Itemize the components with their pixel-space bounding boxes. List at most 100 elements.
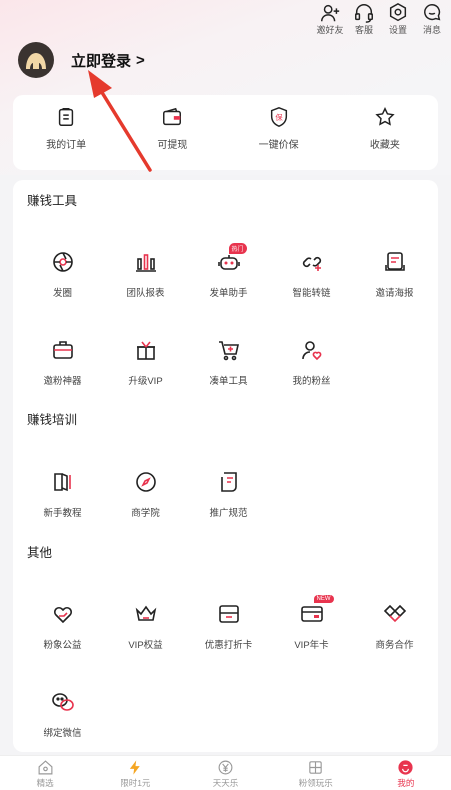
price-protect-button[interactable]: 保 一键价保 xyxy=(226,95,332,170)
training-business-school[interactable]: 商学院 xyxy=(103,470,188,519)
invite-friend-button[interactable]: 邀好友 xyxy=(315,2,345,36)
chevron-right-icon: > xyxy=(136,51,145,69)
lightning-icon xyxy=(129,760,140,775)
favorites-button[interactable]: 收藏夹 xyxy=(332,95,438,170)
link-icon xyxy=(302,256,321,271)
tab-label: 我的 xyxy=(397,778,415,788)
tab-daily-fun[interactable]: 天天乐 xyxy=(180,756,270,790)
compass-icon xyxy=(135,472,156,492)
new-badge: NEW xyxy=(313,595,334,603)
favorites-label: 收藏夹 xyxy=(369,140,400,151)
tool-label: 团队报表 xyxy=(126,288,165,299)
training-label: 商学院 xyxy=(131,508,160,519)
tab-label: 天天乐 xyxy=(212,778,239,788)
crown-icon xyxy=(135,605,156,621)
tool-share-moments[interactable]: 发圈 xyxy=(20,250,105,299)
other-label: 商务合作 xyxy=(375,640,414,651)
invite-friend-label: 邀好友 xyxy=(316,25,344,35)
wallet-icon xyxy=(163,107,182,126)
wechat-icon xyxy=(51,693,74,711)
avatar[interactable] xyxy=(18,42,54,78)
message-icon xyxy=(424,4,441,21)
star-icon xyxy=(375,107,395,126)
coupon-icon xyxy=(218,605,239,623)
tool-upgrade-vip[interactable]: 升级VIP xyxy=(103,338,188,387)
tool-label: 凑单工具 xyxy=(209,376,248,387)
gear-icon xyxy=(389,2,407,22)
fans-icon xyxy=(301,341,321,361)
card-icon xyxy=(300,606,323,622)
add-user-icon xyxy=(321,4,340,22)
other-vip-benefits[interactable]: VIP权益 xyxy=(103,602,188,651)
other-charity[interactable]: 粉象公益 xyxy=(20,602,105,651)
features-card: 赚钱工具 发圈 团队报表 热门 发单助手 智能转链 邀请海报 邀粉神器 升级VI… xyxy=(13,180,438,752)
login-text: 立即登录 xyxy=(71,52,132,70)
my-orders-button[interactable]: 我的订单 xyxy=(13,95,119,170)
withdrawable-label: 可提现 xyxy=(157,140,188,151)
handshake-icon xyxy=(383,604,406,623)
profile-row: 立即登录 > xyxy=(18,42,145,78)
tool-order-assistant[interactable]: 热门 发单助手 xyxy=(186,243,271,299)
tool-bundle[interactable]: 凑单工具 xyxy=(186,338,271,387)
price-protect-label: 一键价保 xyxy=(258,140,299,151)
other-business-coop[interactable]: 商务合作 xyxy=(352,602,437,651)
section-title-tools: 赚钱工具 xyxy=(27,194,78,208)
tab-label: 粉领玩乐 xyxy=(298,778,333,788)
home-icon xyxy=(38,760,53,775)
settings-button[interactable]: 设置 xyxy=(383,2,413,36)
tab-mine[interactable]: 我的 xyxy=(361,756,451,790)
login-link[interactable]: 立即登录 > xyxy=(71,50,145,71)
other-label: VIP权益 xyxy=(128,640,163,651)
tab-label: 精选 xyxy=(36,778,54,788)
elephant-logo-icon xyxy=(26,53,46,69)
my-orders-label: 我的订单 xyxy=(46,140,87,151)
header-actions: 邀好友 客服 设置 消息 xyxy=(315,2,447,36)
messages-label: 消息 xyxy=(422,25,441,35)
training-label: 新手教程 xyxy=(43,508,82,519)
tool-label: 邀粉神器 xyxy=(43,376,82,387)
other-label: 绑定微信 xyxy=(43,728,82,739)
tool-my-fans[interactable]: 我的粉丝 xyxy=(269,338,354,387)
section-title-other: 其他 xyxy=(27,546,53,560)
other-label: 优惠打折卡 xyxy=(204,640,253,651)
bottom-tabbar: 精选 限时1元 天天乐 粉领玩乐 我的 xyxy=(0,755,451,790)
settings-label: 设置 xyxy=(388,25,407,35)
other-vip-annual-card[interactable]: NEW VIP年卡 xyxy=(269,595,354,651)
tool-smart-link[interactable]: 智能转链 xyxy=(269,250,354,299)
order-icon xyxy=(58,108,74,126)
tool-label: 邀请海报 xyxy=(375,288,414,299)
grid-icon xyxy=(309,761,322,774)
tool-invite-poster[interactable]: 邀请海报 xyxy=(352,250,437,299)
yuan-icon xyxy=(218,760,233,775)
withdrawable-button[interactable]: 可提现 xyxy=(119,95,225,170)
tool-label: 智能转链 xyxy=(292,288,331,299)
quick-actions-card: 我的订单 可提现 保 一键价保 收藏夹 xyxy=(13,95,438,170)
tab-flash-sale[interactable]: 限时1元 xyxy=(90,756,180,790)
heart-hand-icon xyxy=(53,606,72,624)
tool-label: 升级VIP xyxy=(128,376,163,387)
svg-text:保: 保 xyxy=(275,113,283,122)
tab-fans-play[interactable]: 粉领玩乐 xyxy=(271,756,361,790)
cart-icon xyxy=(218,341,239,361)
tool-team-report[interactable]: 团队报表 xyxy=(103,250,188,299)
tab-featured[interactable]: 精选 xyxy=(0,756,90,790)
customer-service-label: 客服 xyxy=(354,25,373,35)
customer-service-button[interactable]: 客服 xyxy=(349,2,379,36)
other-discount-card[interactable]: 优惠打折卡 xyxy=(186,602,271,651)
briefcase-icon xyxy=(52,341,73,359)
gift-icon xyxy=(136,341,155,360)
book-icon xyxy=(53,473,71,492)
training-label: 推广规范 xyxy=(209,508,248,519)
training-promo-rules[interactable]: 推广规范 xyxy=(186,470,271,519)
document-icon xyxy=(220,472,237,492)
tool-label: 发圈 xyxy=(52,288,72,299)
hot-badge: 热门 xyxy=(228,243,247,254)
other-label: VIP年卡 xyxy=(294,640,329,651)
tab-label: 限时1元 xyxy=(120,778,151,788)
messages-button[interactable]: 消息 xyxy=(417,2,447,36)
other-bind-wechat[interactable]: 绑定微信 xyxy=(20,690,105,739)
tool-fan-attractor[interactable]: 邀粉神器 xyxy=(20,338,105,387)
training-beginner-guide[interactable]: 新手教程 xyxy=(20,470,105,519)
bar-chart-icon xyxy=(135,254,156,272)
section-title-training: 赚钱培训 xyxy=(27,413,78,427)
